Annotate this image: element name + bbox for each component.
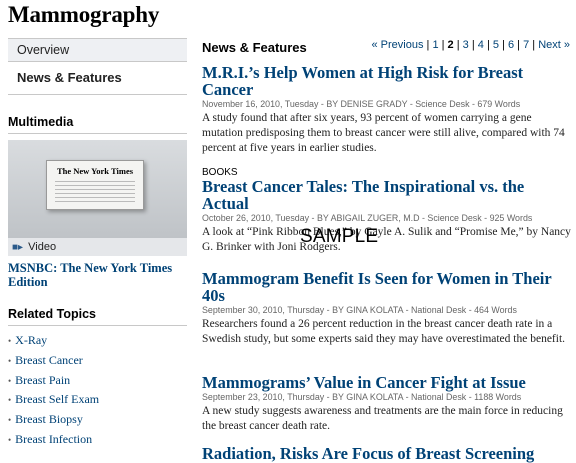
article-meta: September 23, 2010, Thursday - BY GINA K… — [202, 392, 522, 402]
related-topic-item[interactable]: • Breast Infection — [8, 430, 187, 450]
related-topic-item[interactable]: • Breast Self Exam — [8, 390, 187, 410]
previous-link[interactable]: « Previous — [371, 39, 423, 51]
nav-item-overview[interactable]: Overview — [8, 38, 187, 61]
bullet-icon: • — [8, 355, 12, 366]
page-link[interactable]: 3 — [463, 39, 469, 51]
section-heading: News & Features — [202, 40, 307, 55]
pagination: « Previous | 1 | 2 | 3 | 4 | 5 | 6 | 7 |… — [371, 39, 570, 51]
current-page: 2 — [447, 39, 454, 51]
article-title-link[interactable]: Radiation, Risks Are Focus of Breast Scr… — [202, 445, 572, 462]
page-link[interactable]: 6 — [508, 39, 514, 51]
article: BOOKS Breast Cancer Tales: The Inspirati… — [202, 167, 572, 255]
video-thumbnail[interactable]: The New York Times — [8, 140, 187, 238]
newspaper-lines — [55, 181, 135, 203]
related-topic-link[interactable]: Breast Cancer — [15, 353, 83, 367]
article-meta: October 26, 2010, Tuesday - BY ABIGAIL Z… — [202, 213, 533, 223]
related-topic-item[interactable]: • Breast Pain — [8, 371, 187, 391]
left-sidebar: Overview News & Features Multimedia The … — [8, 38, 187, 450]
bullet-icon: • — [8, 415, 12, 426]
article-summary: A look at “Pink Ribbon Blues,” by Gayle … — [202, 226, 571, 253]
bullet-icon: • — [8, 395, 12, 406]
related-topic-item[interactable]: • Breast Biopsy — [8, 410, 187, 430]
bullet-icon: • — [8, 434, 12, 445]
bullet-icon: • — [8, 375, 12, 386]
next-link[interactable]: Next » — [538, 39, 570, 51]
related-topic-link[interactable]: Breast Biopsy — [15, 412, 83, 426]
related-topic-link[interactable]: Breast Pain — [15, 373, 70, 387]
article: Mammogram Benefit Is Seen for Women in T… — [202, 270, 572, 347]
bullet-icon: • — [8, 336, 12, 346]
page-link[interactable]: 4 — [478, 39, 484, 51]
article: Radiation, Risks Are Focus of Breast Scr… — [202, 445, 572, 462]
related-topic-link[interactable]: X-Ray — [15, 333, 47, 347]
multimedia-heading: Multimedia — [8, 115, 187, 134]
newspaper-image: The New York Times — [46, 160, 144, 210]
page-title: Mammography — [8, 2, 160, 27]
article-meta: September 30, 2010, Thursday - BY GINA K… — [202, 305, 517, 315]
related-topic-link[interactable]: Breast Self Exam — [15, 392, 99, 406]
page-link[interactable]: 7 — [523, 39, 529, 51]
related-topics-list: • X-Ray • Breast Cancer • Breast Pain • Brea… — [8, 331, 187, 450]
related-topic-item[interactable]: • X-Ray — [8, 331, 187, 351]
related-topic-link[interactable]: Breast Infection — [15, 432, 92, 446]
article-meta: November 16, 2010, Tuesday - BY DENISE G… — [202, 99, 521, 109]
video-camera-icon: ■▸ — [12, 242, 24, 253]
sample-watermark: SAMPLE — [300, 226, 379, 247]
related-topics-heading: Related Topics — [8, 307, 187, 326]
article: Mammograms’ Value in Cancer Fight at Iss… — [202, 374, 572, 434]
article-title-link[interactable]: Breast Cancer Tales: The Inspirational v… — [202, 178, 572, 212]
article-summary: A new study suggests awareness and treat… — [202, 405, 563, 432]
article-title-link[interactable]: Mammograms’ Value in Cancer Fight at Iss… — [202, 374, 572, 391]
page-link[interactable]: 5 — [493, 39, 499, 51]
page-link[interactable]: 1 — [432, 39, 438, 51]
thumbnail-label: The New York Times — [56, 166, 134, 176]
video-label: Video — [28, 241, 57, 253]
article: M.R.I.’s Help Women at High Risk for Bre… — [202, 64, 572, 156]
video-label-row[interactable]: ■▸ Video — [12, 241, 56, 253]
related-topic-item[interactable]: • Breast Cancer — [8, 351, 187, 371]
article-summary: Researchers found a 26 percent reduction… — [202, 318, 566, 345]
nav-item-news-features[interactable]: News & Features — [8, 61, 187, 95]
article-title-link[interactable]: M.R.I.’s Help Women at High Risk for Bre… — [202, 64, 572, 98]
article-summary: A study found that after six years, 93 p… — [202, 112, 565, 154]
multimedia-card[interactable]: The New York Times ■▸ Video — [8, 140, 187, 256]
multimedia-link[interactable]: MSNBC: The New York Times Edition — [8, 261, 187, 289]
article-title-link[interactable]: Mammogram Benefit Is Seen for Women in T… — [202, 270, 572, 304]
